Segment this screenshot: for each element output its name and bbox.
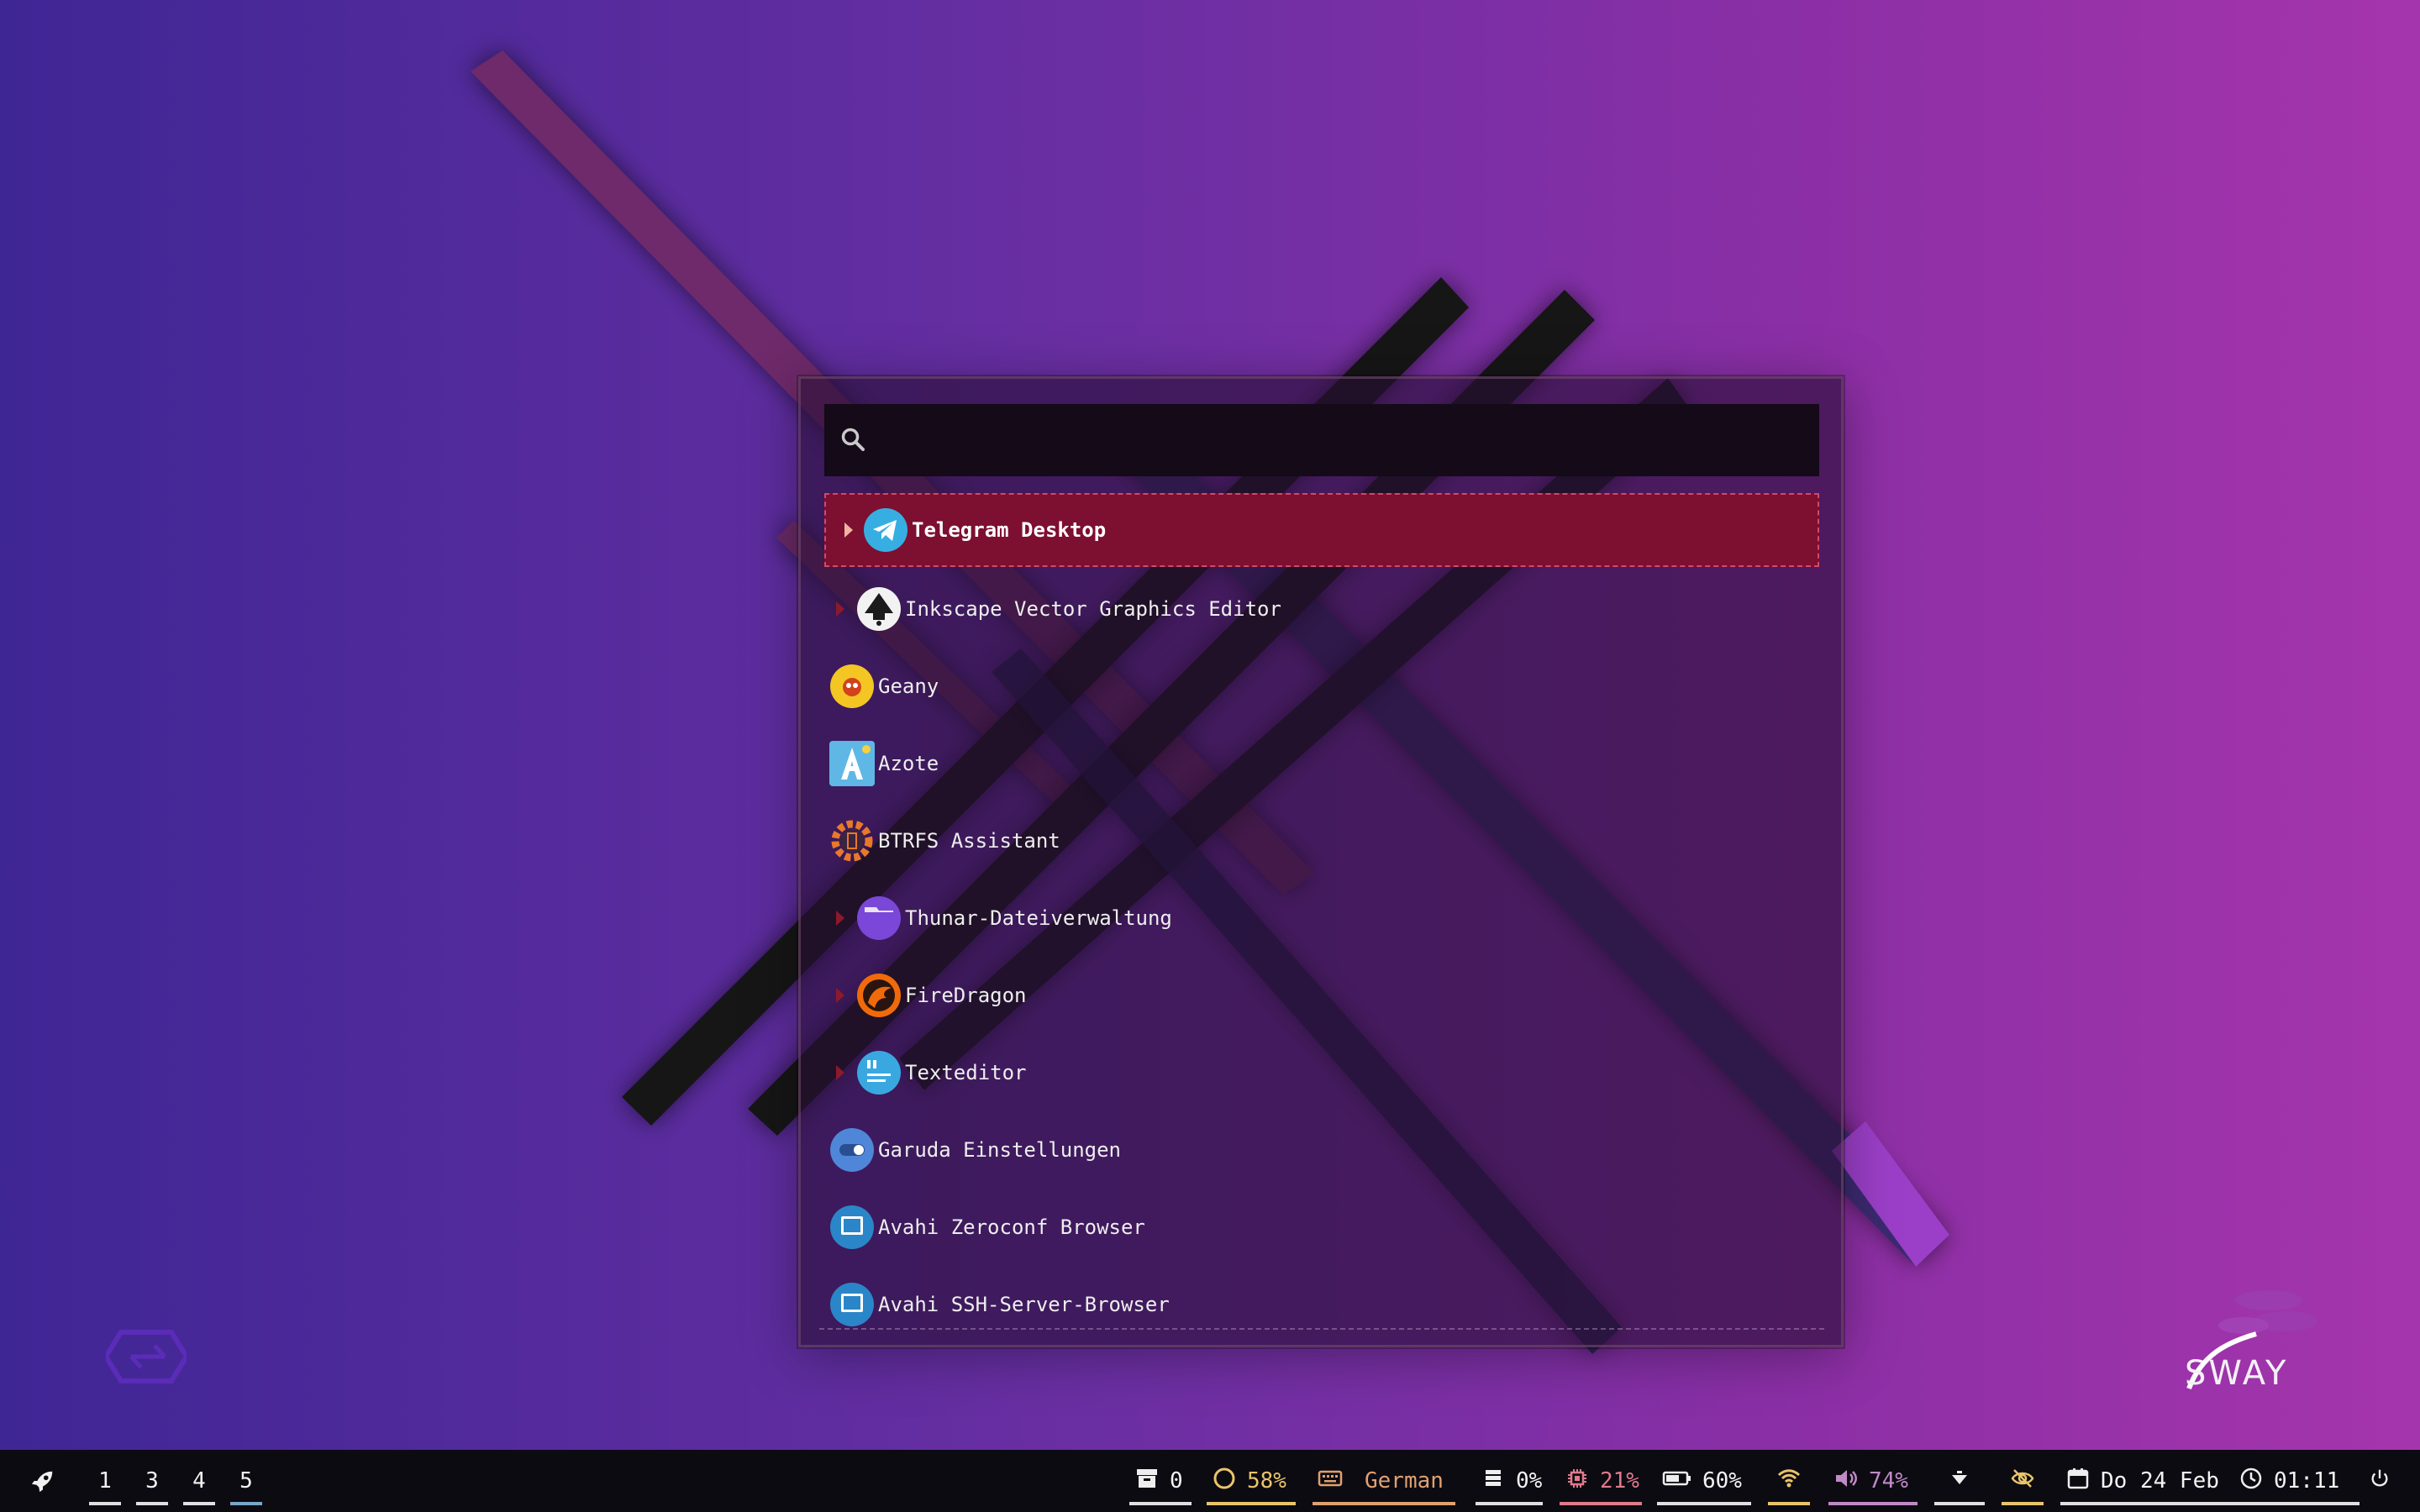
date-module[interactable]: Do 24 Feb xyxy=(2060,1450,2233,1512)
list-item-label: FireDragon xyxy=(905,984,1027,1007)
list-item-label: Avahi SSH-Server-Browser xyxy=(878,1293,1170,1316)
clock-module[interactable]: 01:11 xyxy=(2233,1450,2360,1512)
time-value: 01:11 xyxy=(2274,1468,2340,1494)
memory-icon xyxy=(1212,1466,1237,1497)
memory-module[interactable]: 58% xyxy=(1207,1450,1296,1512)
clock-icon xyxy=(2238,1466,2264,1497)
list-item-garuda-settings[interactable]: Garuda Einstellungen xyxy=(824,1111,1819,1189)
list-item-label: Telegram Desktop xyxy=(912,518,1107,542)
list-item-firedragon[interactable]: FireDragon xyxy=(824,957,1819,1034)
app-launcher: Telegram Desktop Inkscape Vector Graphic… xyxy=(798,376,1844,1347)
list-divider xyxy=(819,1328,1824,1330)
azote-icon xyxy=(829,741,875,786)
app-list: Telegram Desktop Inkscape Vector Graphic… xyxy=(824,493,1819,1343)
workspace-4[interactable]: 4 xyxy=(183,1450,215,1512)
workspace-1[interactable]: 1 xyxy=(89,1450,121,1512)
folder-icon xyxy=(856,895,902,941)
archive-icon xyxy=(1134,1466,1160,1497)
search-input[interactable] xyxy=(883,417,1802,465)
rocket-icon[interactable] xyxy=(25,1450,60,1512)
list-item-geany[interactable]: Geany xyxy=(824,648,1819,725)
list-item-avahi-zeroconf[interactable]: Avahi Zeroconf Browser xyxy=(824,1189,1819,1266)
cpu-module[interactable]: 21% xyxy=(1560,1450,1642,1512)
cpu-value: 21% xyxy=(1600,1468,1639,1494)
list-item-label: Texteditor xyxy=(905,1061,1027,1084)
list-item-label: Geany xyxy=(878,675,939,698)
sway-logo-text: SWAY xyxy=(2185,1354,2289,1393)
memory-value: 58% xyxy=(1247,1468,1286,1494)
list-item-label: Avahi Zeroconf Browser xyxy=(878,1215,1145,1239)
calendar-icon xyxy=(2065,1466,2091,1497)
list-item-thunar[interactable]: Thunar-Dateiverwaltung xyxy=(824,879,1819,957)
expand-arrow-icon[interactable] xyxy=(844,522,853,538)
expand-arrow-icon[interactable] xyxy=(836,1065,844,1080)
list-item-label: Azote xyxy=(878,752,939,775)
list-item-label: Garuda Einstellungen xyxy=(878,1138,1121,1162)
workspace-5[interactable]: 5 xyxy=(230,1450,262,1512)
list-item-avahi-ssh[interactable]: Avahi SSH-Server-Browser xyxy=(824,1266,1819,1343)
notification-icon xyxy=(1947,1466,1972,1497)
search-bar[interactable] xyxy=(824,404,1819,476)
list-item-telegram[interactable]: Telegram Desktop xyxy=(824,493,1819,567)
keyboard-icon xyxy=(1318,1466,1343,1497)
workspace-label: 3 xyxy=(145,1468,159,1494)
volume-icon xyxy=(1833,1466,1859,1497)
keyboard-layout-module[interactable]: German xyxy=(1313,1450,1455,1512)
list-item-azote[interactable]: Azote xyxy=(824,725,1819,802)
battery-module[interactable]: 60% xyxy=(1657,1450,1751,1512)
wifi-module[interactable] xyxy=(1768,1450,1810,1512)
keyboard-layout-value: German xyxy=(1365,1468,1444,1494)
expand-arrow-icon[interactable] xyxy=(836,988,844,1003)
workspace-3[interactable]: 3 xyxy=(136,1450,168,1512)
expand-arrow-icon[interactable] xyxy=(836,911,844,926)
date-value: Do 24 Feb xyxy=(2101,1468,2219,1494)
expand-arrow-icon[interactable] xyxy=(836,601,844,617)
power-icon xyxy=(2368,1467,2391,1496)
geany-icon xyxy=(829,664,875,709)
inkscape-icon xyxy=(856,586,902,632)
network-icon xyxy=(829,1205,875,1250)
telegram-icon xyxy=(863,507,908,553)
eye-off-icon xyxy=(2010,1466,2035,1497)
power-button[interactable] xyxy=(2363,1450,2396,1512)
idle-inhibitor-module[interactable] xyxy=(2002,1450,2044,1512)
workspace-label: 5 xyxy=(239,1468,253,1494)
taskbar: 1 3 4 5 0 58% German 0% 21% 60% 74% Do 2… xyxy=(0,1450,2420,1512)
volume-module[interactable]: 74% xyxy=(1828,1450,1918,1512)
list-item-texteditor[interactable]: Texteditor xyxy=(824,1034,1819,1111)
archive-module[interactable]: 0 xyxy=(1129,1450,1192,1512)
wifi-icon xyxy=(1776,1466,1802,1497)
list-item-btrfs-assistant[interactable]: BTRFS Assistant xyxy=(824,802,1819,879)
list-item-label: Thunar-Dateiverwaltung xyxy=(905,906,1172,930)
workspace-label: 4 xyxy=(192,1468,206,1494)
list-item-inkscape[interactable]: Inkscape Vector Graphics Editor xyxy=(824,570,1819,648)
list-item-label: Inkscape Vector Graphics Editor xyxy=(905,597,1281,621)
firedragon-icon xyxy=(856,973,902,1018)
disk-value: 0% xyxy=(1516,1468,1543,1494)
disk-module[interactable]: 0% xyxy=(1476,1450,1543,1512)
toggle-settings-icon xyxy=(829,1127,875,1173)
battery-icon xyxy=(1662,1466,1692,1497)
cpu-icon xyxy=(1565,1466,1590,1497)
battery-value: 60% xyxy=(1702,1468,1742,1494)
disk-icon xyxy=(1481,1466,1506,1497)
list-item-label: BTRFS Assistant xyxy=(878,829,1060,853)
texteditor-icon xyxy=(856,1050,902,1095)
garuda-logo xyxy=(103,1324,190,1389)
search-icon xyxy=(839,426,866,453)
volume-value: 74% xyxy=(1869,1468,1908,1494)
workspace-label: 1 xyxy=(98,1468,112,1494)
notification-module[interactable] xyxy=(1934,1450,1985,1512)
btrfs-assistant-icon xyxy=(829,818,875,864)
archive-count: 0 xyxy=(1170,1468,1183,1494)
network-icon xyxy=(829,1282,875,1327)
